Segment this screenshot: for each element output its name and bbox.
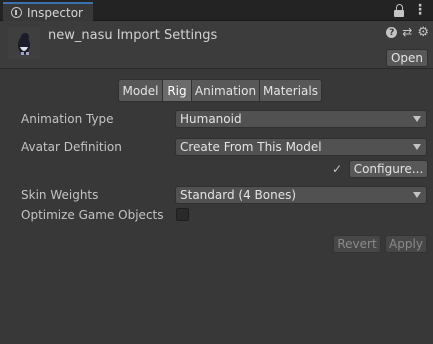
info-icon — [11, 7, 22, 18]
optimize-label: Optimize Game Objects — [21, 208, 164, 222]
skin-weights-value: Standard (4 Bones) — [180, 188, 297, 202]
skin-weights-label: Skin Weights — [21, 188, 99, 202]
open-button[interactable]: Open — [386, 49, 428, 67]
skin-weights-dropdown[interactable]: Standard (4 Bones) — [175, 186, 427, 204]
avatar-definition-label: Avatar Definition — [21, 140, 122, 154]
avatar-definition-dropdown[interactable]: Create From This Model — [175, 138, 427, 156]
lock-icon[interactable] — [393, 2, 405, 18]
check-icon: ✓ — [332, 162, 343, 176]
apply-button[interactable]: Apply — [385, 235, 427, 253]
configure-button[interactable]: Configure... — [349, 160, 428, 178]
help-icon[interactable]: ? — [386, 27, 398, 38]
page-title: new_nasu Import Settings — [48, 28, 218, 43]
tab-title: Inspector — [27, 5, 83, 20]
tab-inspector[interactable]: Inspector — [3, 2, 93, 21]
chevron-down-icon — [413, 116, 421, 122]
optimize-checkbox[interactable] — [176, 208, 189, 221]
import-tabs: Model Rig Animation Materials — [118, 79, 322, 102]
tab-animation[interactable]: Animation — [191, 79, 260, 102]
avatar-definition-value: Create From This Model — [180, 140, 322, 154]
revert-button[interactable]: Revert — [333, 235, 381, 253]
tab-bar: Inspector ⋮ — [0, 0, 433, 21]
preset-icon[interactable]: ⇄ — [402, 26, 412, 38]
chevron-down-icon — [413, 192, 421, 198]
animation-type-value: Humanoid — [180, 112, 242, 126]
tab-model[interactable]: Model — [118, 79, 163, 102]
chevron-down-icon — [413, 144, 421, 150]
tab-materials[interactable]: Materials — [259, 79, 322, 102]
kebab-menu-icon[interactable]: ⋮ — [413, 3, 427, 17]
animation-type-label: Animation Type — [21, 112, 114, 126]
divider — [0, 68, 433, 69]
asset-thumbnail — [8, 27, 40, 59]
gear-icon[interactable]: ⚙ — [417, 26, 429, 39]
animation-type-dropdown[interactable]: Humanoid — [175, 110, 427, 128]
tab-rig[interactable]: Rig — [162, 79, 192, 102]
asset-header: new_nasu Import Settings ? ⇄ ⚙ Open — [0, 21, 433, 68]
